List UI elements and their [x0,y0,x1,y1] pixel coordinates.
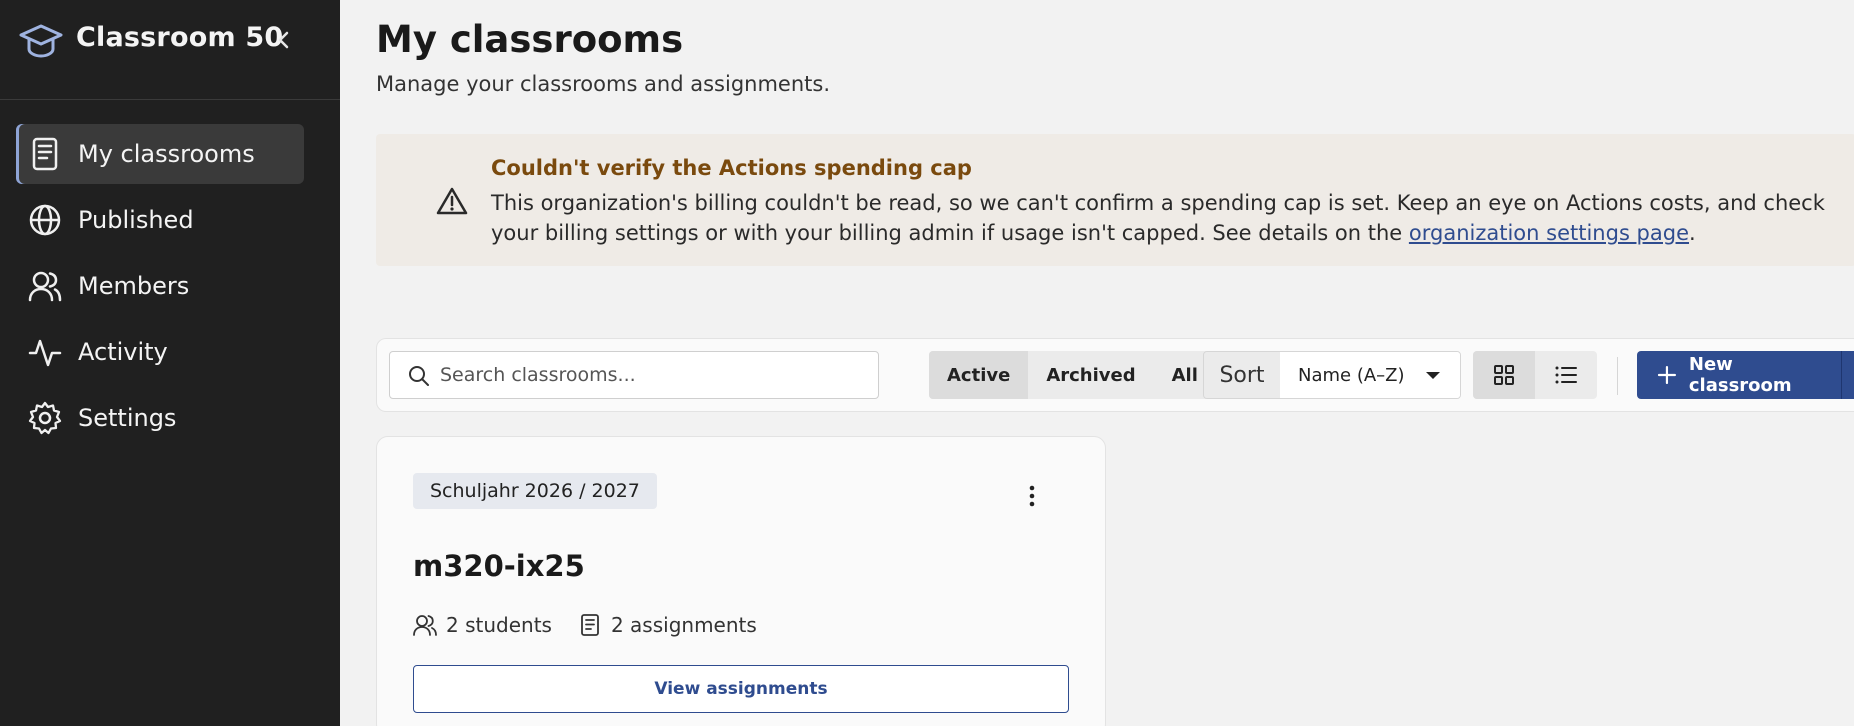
sidebar-item-settings[interactable]: Settings [16,388,304,448]
grid-icon [1494,365,1514,385]
filter-active[interactable]: Active [929,351,1029,399]
sidebar-item-label: Activity [78,338,168,366]
sort-select[interactable]: Name (A–Z) [1280,352,1460,398]
search-box [389,351,879,399]
page-title: My classrooms [376,18,684,61]
activity-icon [28,335,62,369]
book-icon [28,137,62,171]
warning-icon [436,187,468,215]
alert-title: Couldn't verify the Actions spending cap [491,156,972,180]
classroom-toolbar: Active Archived All Sort Name (A–Z) [376,338,1854,412]
sidebar-item-label: Published [78,206,194,234]
organization-settings-link[interactable]: organization settings page [1409,221,1689,245]
sidebar-item-my-classrooms[interactable]: My classrooms [16,124,304,184]
gear-icon [28,401,62,435]
graduation-cap-icon [19,24,63,58]
sort-value: Name (A–Z) [1298,364,1405,386]
classroom-meta: 2 students 2 assignments [413,613,757,637]
book-icon [581,614,599,636]
status-filter: Active Archived All [929,351,1216,399]
more-options-button[interactable] [1017,481,1047,511]
sort-control: Sort Name (A–Z) [1203,351,1461,399]
classroom-card: Schuljahr 2026 / 2027 m320-ix25 2 studen… [376,436,1106,726]
view-assignments-button[interactable]: View assignments [413,665,1069,713]
toolbar-divider [1617,357,1618,395]
billing-warning-alert: Couldn't verify the Actions spending cap… [376,134,1854,266]
users-icon [413,615,437,636]
new-classroom-label: New classroom [1688,354,1792,396]
caret-down-icon [1426,372,1440,379]
alert-body-tail: . [1689,221,1696,245]
sidebar-item-activity[interactable]: Activity [16,322,304,382]
sidebar-nav: My classrooms Published Members Activity… [16,124,304,454]
page-subtitle: Manage your classrooms and assignments. [376,72,831,96]
new-classroom-button[interactable]: New classroom [1637,351,1841,399]
student-count: 2 students [446,613,552,637]
list-icon [1555,366,1577,384]
filter-archived[interactable]: Archived [1028,351,1153,399]
sidebar-item-label: My classrooms [78,140,255,168]
users-icon [28,269,62,303]
list-view-button[interactable] [1535,351,1597,399]
search-icon [409,366,429,386]
new-classroom-menu-button[interactable] [1841,351,1854,399]
collapse-sidebar-button[interactable] [272,24,296,56]
sidebar-item-published[interactable]: Published [16,190,304,250]
alert-message: This organization's billing couldn't be … [491,188,1831,248]
sidebar-item-members[interactable]: Members [16,256,304,316]
classroom-name: m320-ix25 [413,549,585,583]
sidebar-item-label: Members [78,272,190,300]
assignment-count: 2 assignments [610,613,757,637]
kebab-menu-icon [1029,485,1035,507]
term-badge: Schuljahr 2026 / 2027 [413,473,657,509]
view-toggle [1473,351,1597,399]
sort-label: Sort [1204,352,1280,398]
brand-header: Classroom 50 [0,0,340,100]
grid-view-button[interactable] [1473,351,1535,399]
main-content: My classrooms Manage your classrooms and… [340,0,1854,726]
globe-icon [28,203,62,237]
new-classroom-button-group: New classroom [1637,351,1854,399]
app-title: Classroom 50 [76,22,284,53]
sidebar-item-label: Settings [78,404,177,432]
plus-icon [1657,365,1676,385]
search-input[interactable] [440,352,870,398]
sidebar: Classroom 50 My classrooms Published Mem… [0,0,340,726]
